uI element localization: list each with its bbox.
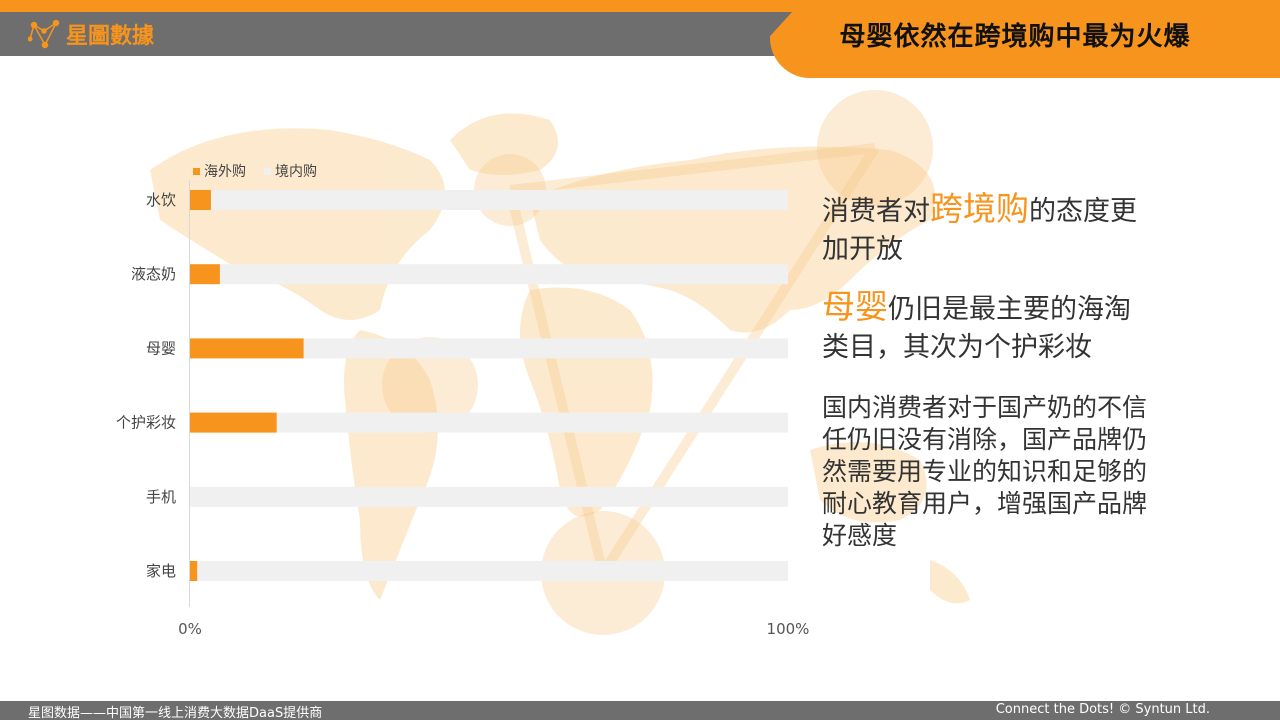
category-label: 水饮	[146, 191, 176, 209]
category-label: 母婴	[146, 339, 176, 357]
bar-domestic	[210, 190, 788, 210]
x-tick-label: 100%	[767, 620, 810, 638]
bar-overseas	[190, 264, 220, 285]
bar-overseas	[190, 412, 277, 433]
footer-tagline: 星图数据——中国第一线上消费大数据DaaS提供商	[28, 706, 323, 721]
bar-overseas	[190, 338, 304, 359]
category-label: 液态奶	[131, 265, 176, 283]
category-label: 手机	[146, 488, 176, 506]
legend-swatch-domestic	[264, 167, 271, 175]
bar-domestic	[197, 561, 788, 581]
x-tick-label: 0%	[178, 620, 202, 638]
footer: 星图数据——中国第一线上消费大数据DaaS提供商 Connect the Dot…	[0, 701, 1280, 721]
legend-item-domestic: 境内购	[264, 161, 317, 181]
legend-label-domestic: 境内购	[275, 164, 317, 180]
category-label: 个护彩妆	[116, 414, 176, 432]
bar-overseas	[190, 190, 211, 210]
insight-3: 国内消费者对于国产奶的不信任仍旧没有消除，国产品牌仍然需要用专业的知识和足够的耐…	[822, 393, 1148, 550]
legend-item-overseas: 海外购	[193, 161, 246, 181]
category-label: 家电	[146, 562, 176, 580]
insight-2-highlight: 母婴	[822, 287, 888, 326]
insight-1-highlight: 跨境购	[930, 189, 1029, 228]
insight-1: 消费者对跨境购的态度更加开放	[822, 190, 1152, 269]
legend-swatch-overseas	[193, 167, 200, 175]
bar-domestic	[219, 264, 788, 285]
insight-1-pre: 消费者对	[822, 196, 930, 227]
bar-domestic	[276, 412, 788, 433]
bar-overseas	[190, 561, 198, 581]
bar-domestic	[190, 486, 788, 507]
insight-2: 母婴仍旧是最主要的海淘类目，其次为个护彩妆	[822, 288, 1152, 367]
bar-domestic	[303, 338, 788, 359]
legend-label-overseas: 海外购	[204, 164, 246, 180]
footer-copyright: Connect the Dots! © Syntun Ltd.	[995, 702, 1210, 717]
chart-legend: 海外购 境内购	[193, 161, 317, 181]
